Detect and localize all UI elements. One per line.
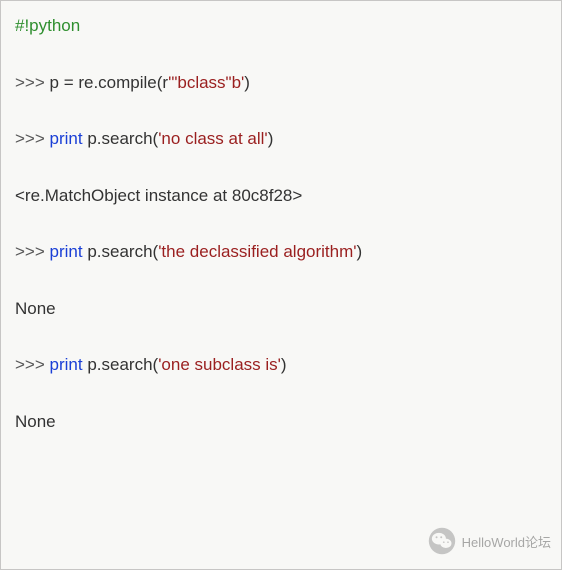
shebang-text: #!python <box>15 16 80 35</box>
code-text: p.search( <box>83 355 159 374</box>
string-literal: 'the declassified algorithm' <box>158 242 356 261</box>
string-literal: 'one subclass is' <box>158 355 281 374</box>
code-text: p = re.compile(r <box>50 73 169 92</box>
code-line-4: >>> print p.search('the declassified alg… <box>15 239 547 265</box>
output-text: None <box>15 299 56 318</box>
keyword: print <box>50 355 83 374</box>
prompt: >>> <box>15 129 50 148</box>
code-line-7: None <box>15 409 547 435</box>
output-text: None <box>15 412 56 431</box>
code-text: ) <box>281 355 287 374</box>
prompt: >>> <box>15 73 50 92</box>
output-text: <re.MatchObject instance at 80c8f28> <box>15 186 302 205</box>
string-literal: 'no class at all' <box>158 129 268 148</box>
string-literal: '"bclass"b' <box>168 73 244 92</box>
code-text: ) <box>268 129 274 148</box>
code-line-5: None <box>15 296 547 322</box>
prompt: >>> <box>15 242 50 261</box>
code-text: ) <box>244 73 250 92</box>
prompt: >>> <box>15 355 50 374</box>
code-text: p.search( <box>83 129 159 148</box>
wechat-icon <box>428 527 456 555</box>
keyword: print <box>50 242 83 261</box>
code-line-2: >>> print p.search('no class at all') <box>15 126 547 152</box>
code-line-6: >>> print p.search('one subclass is') <box>15 352 547 378</box>
code-line-3: <re.MatchObject instance at 80c8f28> <box>15 183 547 209</box>
code-line-1: >>> p = re.compile(r'"bclass"b') <box>15 70 547 96</box>
code-text: p.search( <box>83 242 159 261</box>
watermark: HelloWorld论坛 <box>428 527 551 555</box>
watermark-text: HelloWorld论坛 <box>462 532 551 551</box>
keyword: print <box>50 129 83 148</box>
code-line-shebang: #!python <box>15 13 547 39</box>
code-text: ) <box>357 242 363 261</box>
